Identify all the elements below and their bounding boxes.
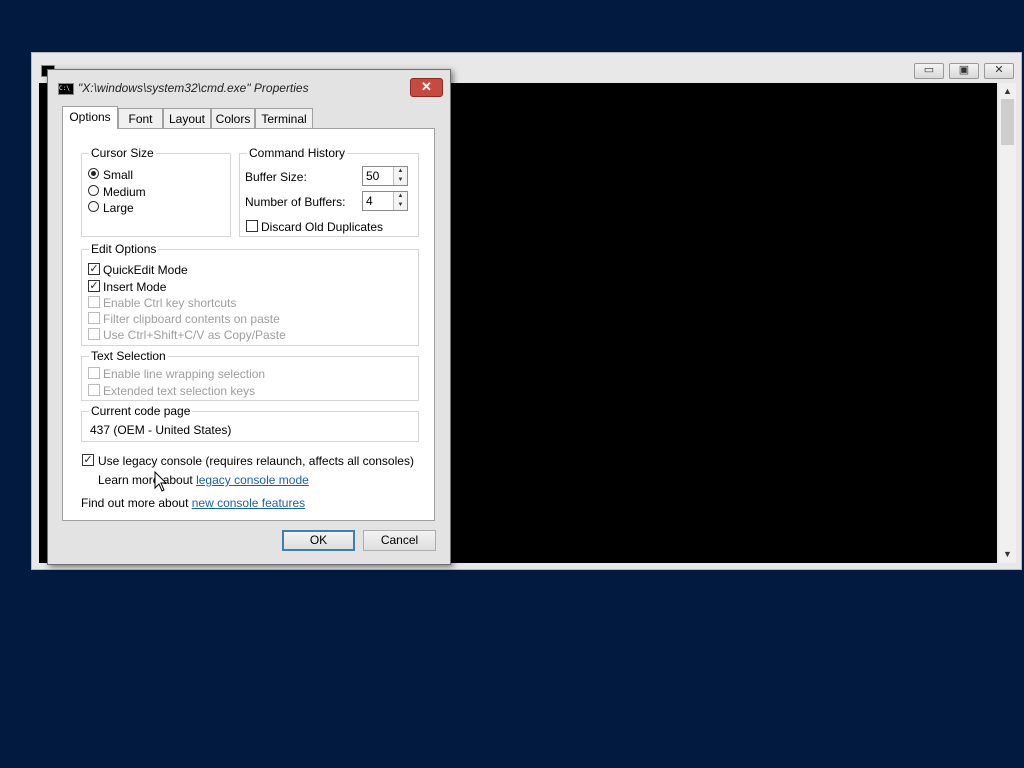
text-selection-label: Text Selection [89,349,168,363]
ctrl-shift-copy-label: Use Ctrl+Shift+C/V as Copy/Paste [103,328,286,342]
spin-down-icon[interactable]: ▼ [394,176,407,185]
code-page-value: 437 (OEM - United States) [90,423,232,437]
tab-font[interactable]: Font [118,108,163,128]
features-prefix: Find out more about [81,496,192,510]
options-tab-page: Cursor Size Small Medium Large Command H… [62,128,435,521]
features-find-out: Find out more about new console features [81,496,305,510]
insert-mode-label: Insert Mode [103,280,167,294]
ok-button[interactable]: OK [282,530,355,551]
properties-dialog: C:\ "X:\windows\system32\cmd.exe" Proper… [47,69,451,565]
scroll-down-arrow-icon[interactable]: ▼ [999,546,1016,563]
insert-mode-box[interactable]: ✓ [88,280,100,292]
buffer-size-value[interactable]: 50 [366,169,379,183]
legacy-console-label: Use legacy console (requires relaunch, a… [98,454,414,468]
new-console-features-link[interactable]: new console features [192,496,305,510]
legacy-learn-more: Learn more about legacy console mode [98,473,309,487]
cursor-size-label: Cursor Size [89,146,156,160]
code-page-label: Current code page [89,404,193,418]
spin-down-icon[interactable]: ▼ [394,201,407,210]
cursor-size-group: Cursor Size Small Medium Large [81,146,231,237]
filter-clipboard-label: Filter clipboard contents on paste [103,312,280,326]
command-history-label: Command History [247,146,348,160]
console-scrollbar[interactable]: ▲ ▼ [999,83,1016,563]
radio-large-label: Large [103,201,134,215]
legacy-learn-prefix: Learn more about [98,473,197,487]
tab-layout[interactable]: Layout [163,108,211,128]
filter-clipboard-box [88,312,100,324]
buffer-size-spin-buttons[interactable]: ▲ ▼ [393,167,407,185]
cancel-button[interactable]: Cancel [363,530,436,551]
scroll-up-arrow-icon[interactable]: ▲ [999,83,1016,100]
discard-duplicates-label: Discard Old Duplicates [261,220,384,234]
radio-large-button[interactable] [88,201,99,212]
maximize-button[interactable]: ▣ [949,63,979,79]
minimize-button[interactable]: ▭ [914,63,944,79]
scrollbar-thumb[interactable] [1001,99,1014,145]
console-close-button[interactable]: ✕ [984,63,1014,79]
radio-small-button[interactable] [88,168,99,179]
extended-selection-box [88,384,100,396]
num-buffers-value[interactable]: 4 [366,194,373,208]
mouse-pointer-icon [154,471,168,492]
ctrl-shortcuts-label: Enable Ctrl key shortcuts [103,296,237,310]
dialog-title: "X:\windows\system32\cmd.exe" Properties [78,81,309,95]
radio-medium-label: Medium [103,185,146,199]
ctrl-shift-copy-box [88,328,100,340]
tab-options[interactable]: Options [62,106,118,129]
buffer-size-label: Buffer Size: [245,170,307,184]
num-buffers-spin-buttons[interactable]: ▲ ▼ [393,192,407,210]
tab-terminal[interactable]: Terminal [255,108,313,128]
ctrl-shortcuts-box [88,296,100,308]
command-history-group: Command History Buffer Size: 50 ▲ ▼ Numb… [239,146,419,237]
close-button[interactable]: ✕ [410,78,443,97]
num-buffers-label: Number of Buffers: [245,195,346,209]
dialog-titlebar[interactable]: C:\ "X:\windows\system32\cmd.exe" Proper… [48,70,450,102]
legacy-console-box[interactable]: ✓ [82,454,94,466]
radio-small-label: Small [103,168,134,182]
tab-colors[interactable]: Colors [211,108,255,128]
quickedit-box[interactable]: ✓ [88,263,100,275]
discard-duplicates-box[interactable] [246,220,258,232]
radio-medium-button[interactable] [88,185,99,196]
code-page-group: Current code page 437 (OEM - United Stat… [81,404,419,442]
extended-selection-label: Extended text selection keys [103,384,256,398]
buffer-size-stepper[interactable]: 50 ▲ ▼ [362,166,408,186]
cmd-icon: C:\ [58,83,74,95]
num-buffers-stepper[interactable]: 4 ▲ ▼ [362,191,408,211]
edit-options-label: Edit Options [89,242,159,256]
line-wrap-selection-box [88,367,100,379]
quickedit-label: QuickEdit Mode [103,263,188,277]
text-selection-group: Text Selection Enable line wrapping sele… [81,349,419,401]
legacy-console-mode-link[interactable]: legacy console mode [196,473,309,487]
line-wrap-selection-label: Enable line wrapping selection [103,367,266,381]
edit-options-group: Edit Options ✓ QuickEdit Mode ✓ Insert M… [81,242,419,346]
